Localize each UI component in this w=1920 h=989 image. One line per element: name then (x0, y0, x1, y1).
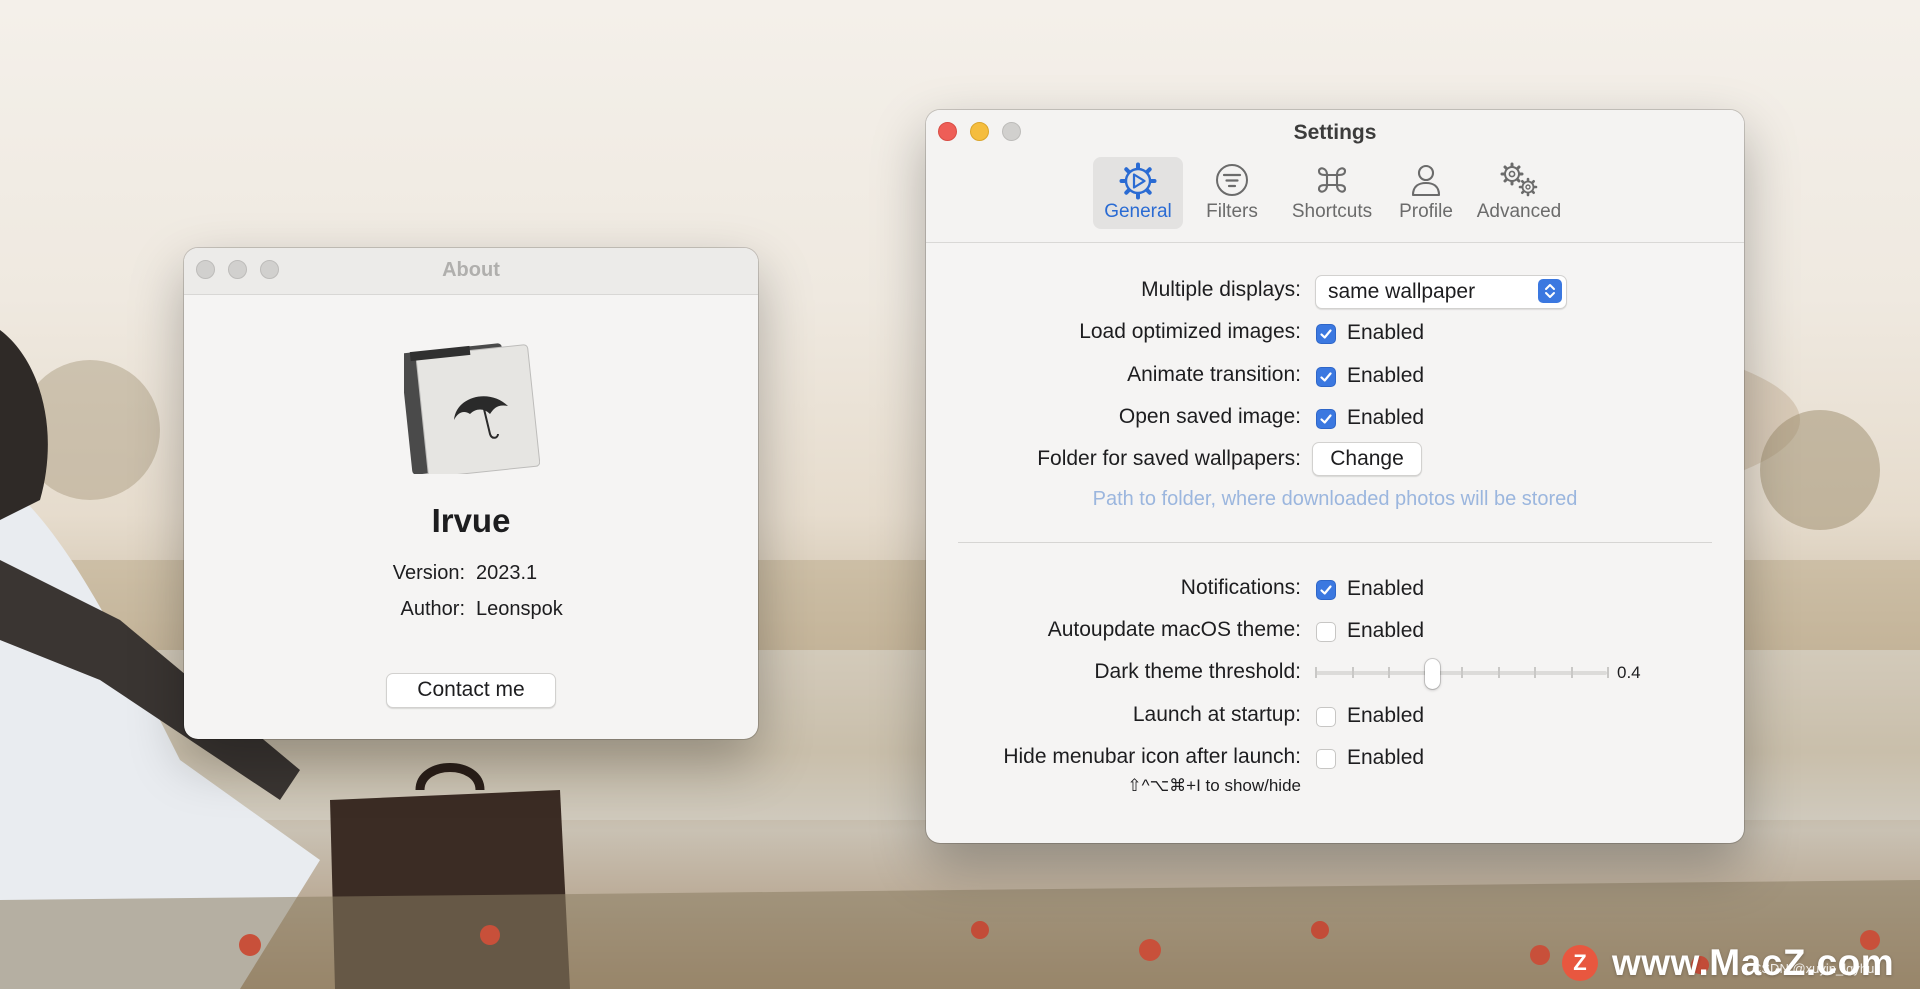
filter-icon (1190, 162, 1274, 198)
slider-thumb[interactable] (1425, 659, 1440, 689)
version-label: Version: (392, 562, 465, 584)
version-value: 2023.1 (476, 562, 538, 584)
animate-transition-checkbox-label[interactable]: Enabled (1347, 364, 1424, 388)
slider-tick (1534, 667, 1536, 678)
open-saved-checkbox-label[interactable]: Enabled (1347, 406, 1424, 430)
animate-transition-row: Animate transition: Enabled (926, 358, 1744, 392)
about-window-title: About (442, 259, 500, 281)
dark-threshold-label: Dark theme threshold: (1094, 660, 1301, 683)
tab-filters-label: Filters (1206, 201, 1258, 222)
launch-startup-checkbox[interactable] (1316, 707, 1336, 727)
dark-threshold-row: Dark theme threshold: 0.4 (926, 655, 1744, 689)
slider-tick (1352, 667, 1354, 678)
tab-shortcuts[interactable]: Shortcuts (1280, 157, 1384, 229)
gear-play-icon (1093, 162, 1183, 200)
hide-menubar-checkbox-label[interactable]: Enabled (1347, 746, 1424, 770)
dark-threshold-slider[interactable] (1315, 655, 1615, 689)
load-optimized-label: Load optimized images: (1079, 320, 1301, 343)
irvue-app-icon (400, 334, 541, 479)
person-icon (1389, 162, 1463, 198)
change-folder-button[interactable]: Change (1312, 442, 1422, 476)
tab-profile-label: Profile (1399, 201, 1453, 222)
app-name: Irvue (431, 502, 511, 539)
folder-row: Folder for saved wallpapers: Change (926, 442, 1744, 476)
notifications-row: Notifications: Enabled (926, 571, 1744, 605)
multiple-displays-row: Multiple displays: same wallpaper (926, 273, 1744, 309)
chevron-up-down-icon (1538, 279, 1562, 303)
slider-tick (1315, 667, 1317, 678)
hide-menubar-label: Hide menubar icon after launch: (1003, 745, 1301, 768)
animate-transition-checkbox[interactable] (1316, 367, 1336, 387)
autoupdate-theme-checkbox-label[interactable]: Enabled (1347, 619, 1424, 643)
multiple-displays-value: same wallpaper (1328, 280, 1476, 303)
slider-tick (1607, 667, 1609, 678)
csdn-credit: CSDN @xuyin_lgyhu (1752, 961, 1875, 976)
open-saved-row: Open saved image: Enabled (926, 400, 1744, 434)
tab-filters[interactable]: Filters (1190, 157, 1274, 229)
hide-menubar-row: Hide menubar icon after launch: Enabled (926, 740, 1744, 774)
notifications-label: Notifications: (1180, 576, 1301, 599)
notifications-checkbox-label[interactable]: Enabled (1347, 577, 1424, 601)
checkmark-icon (1320, 372, 1332, 382)
load-optimized-checkbox[interactable] (1316, 324, 1336, 344)
gears-icon (1469, 162, 1569, 198)
autoupdate-theme-checkbox[interactable] (1316, 622, 1336, 642)
slider-tick (1498, 667, 1500, 678)
folder-path-hint: Path to folder, where downloaded photos … (1092, 488, 1578, 510)
section-divider (958, 542, 1712, 543)
checkmark-icon (1320, 329, 1332, 339)
contact-me-button[interactable]: Contact me (386, 673, 556, 708)
command-icon (1280, 162, 1384, 198)
tab-advanced-label: Advanced (1476, 201, 1562, 222)
checkmark-icon (1320, 585, 1332, 595)
autoupdate-theme-row: Autoupdate macOS theme: Enabled (926, 613, 1744, 647)
tab-general-label: General (1104, 201, 1172, 222)
multiple-displays-select[interactable]: same wallpaper (1315, 275, 1567, 309)
launch-startup-row: Launch at startup: Enabled (926, 698, 1744, 732)
load-optimized-row: Load optimized images: Enabled (926, 315, 1744, 349)
multiple-displays-label: Multiple displays: (1141, 278, 1301, 301)
settings-window-title: Settings (1293, 121, 1377, 144)
about-titlebar[interactable]: About (184, 248, 758, 295)
checkmark-icon (1320, 414, 1332, 424)
settings-window: Settings General Filters Shortcuts Profi… (926, 110, 1744, 843)
animate-transition-label: Animate transition: (1127, 363, 1301, 386)
open-saved-label: Open saved image: (1118, 405, 1301, 428)
tab-general[interactable]: General (1093, 157, 1183, 229)
folder-label: Folder for saved wallpapers: (1037, 447, 1301, 470)
slider-tick (1571, 667, 1573, 678)
dark-threshold-value: 0.4 (1617, 663, 1641, 682)
tab-shortcuts-label: Shortcuts (1291, 201, 1373, 222)
notifications-checkbox[interactable] (1316, 580, 1336, 600)
author-value: Leonspok (476, 598, 563, 620)
hide-menubar-checkbox[interactable] (1316, 749, 1336, 769)
autoupdate-theme-label: Autoupdate macOS theme: (1047, 618, 1301, 641)
tab-profile[interactable]: Profile (1389, 157, 1463, 229)
macz-logo: Z (1562, 945, 1598, 981)
launch-startup-checkbox-label[interactable]: Enabled (1347, 704, 1424, 728)
load-optimized-checkbox-label[interactable]: Enabled (1347, 321, 1424, 345)
tab-advanced[interactable]: Advanced (1469, 157, 1569, 229)
author-label: Author: (400, 598, 465, 620)
about-window: About Irvue Version: 2023.1 Author: Leon… (184, 248, 758, 739)
settings-toolbar: Settings General Filters Shortcuts Profi… (926, 110, 1744, 243)
slider-tick (1388, 667, 1390, 678)
menubar-shortcut-hint: ⇧^⌥⌘+I to show/hide (1127, 776, 1301, 795)
launch-startup-label: Launch at startup: (1132, 703, 1301, 726)
slider-tick (1461, 667, 1463, 678)
open-saved-checkbox[interactable] (1316, 409, 1336, 429)
